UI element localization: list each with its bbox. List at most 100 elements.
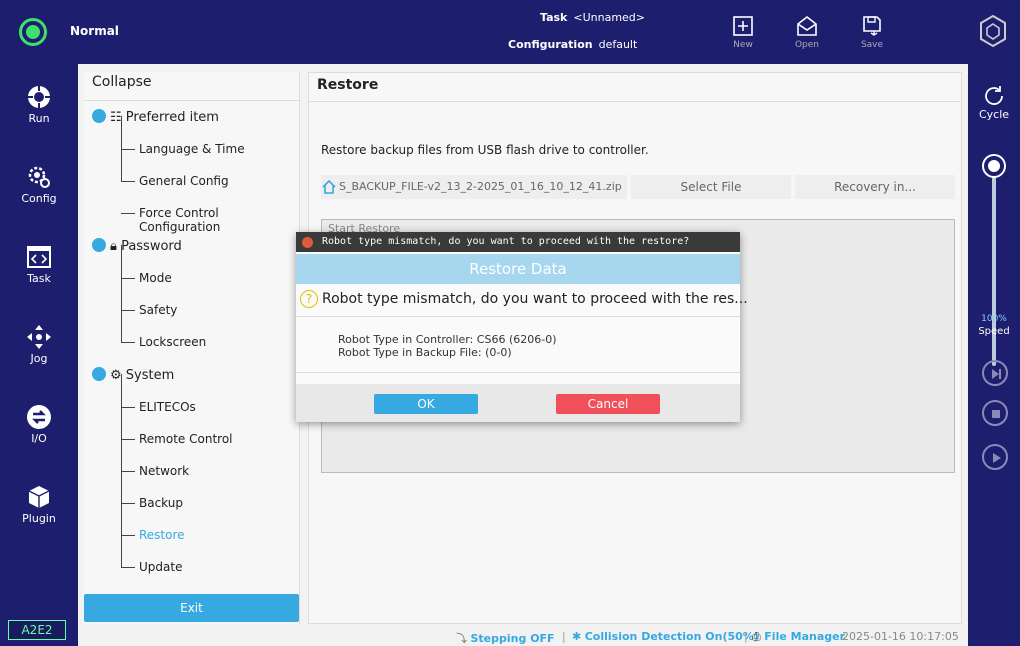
stepping-label: Stepping OFF bbox=[470, 632, 555, 645]
status-datetime: 2025-01-16 10:17:05 bbox=[842, 630, 959, 643]
tree-item-elitecos[interactable]: ELITECOs bbox=[139, 400, 196, 414]
dialog-header: Restore Data bbox=[296, 254, 740, 284]
collision-label: Collision Detection On(50%) bbox=[584, 630, 759, 643]
stepping-icon: ⤵ bbox=[456, 632, 471, 645]
stop-button[interactable] bbox=[982, 400, 1008, 426]
collapse-dot-icon bbox=[92, 238, 106, 252]
settings-tree: Collapse ☷ Preferred item Language & Tim… bbox=[84, 72, 300, 624]
step-button[interactable] bbox=[982, 360, 1008, 386]
nav-jog[interactable]: Jog bbox=[0, 324, 78, 365]
tree-item-network[interactable]: Network bbox=[139, 464, 189, 478]
new-label: New bbox=[733, 40, 753, 50]
confirm-dialog: Robot type mismatch, do you want to proc… bbox=[296, 232, 748, 422]
status-indicator-icon bbox=[19, 18, 47, 46]
close-icon[interactable] bbox=[302, 237, 313, 248]
status-divider: | bbox=[562, 630, 566, 643]
tree-item-restore[interactable]: Restore bbox=[139, 528, 185, 542]
group-system[interactable]: ⚙ System bbox=[92, 367, 174, 383]
list-icon: ☷ bbox=[110, 110, 126, 125]
save-button[interactable]: Save bbox=[850, 14, 894, 58]
collapse-toggle[interactable]: Collapse bbox=[92, 74, 152, 90]
nav-config-label: Config bbox=[21, 192, 57, 205]
play-button[interactable] bbox=[982, 444, 1008, 470]
group-label: Preferred item bbox=[125, 110, 219, 125]
stop-icon bbox=[992, 410, 1000, 418]
nav-config[interactable]: Config bbox=[0, 164, 78, 205]
page-title: Restore bbox=[317, 77, 379, 93]
select-file-button[interactable]: Select File bbox=[631, 175, 791, 199]
tree-item-general-config[interactable]: General Config bbox=[139, 174, 229, 188]
speed-label: Speed bbox=[978, 326, 1010, 337]
tree-item-remote-control[interactable]: Remote Control bbox=[139, 432, 233, 446]
step-forward-icon bbox=[992, 369, 1001, 379]
backup-robot-type: Robot Type in Backup File: (0-0) bbox=[338, 346, 512, 359]
nav-io[interactable]: I/O bbox=[0, 404, 78, 445]
play-icon bbox=[993, 453, 1001, 463]
ok-button[interactable]: OK bbox=[374, 394, 478, 414]
speed-slider-handle[interactable] bbox=[984, 156, 1004, 176]
tree-item-backup[interactable]: Backup bbox=[139, 496, 183, 510]
dialog-window-title: Robot type mismatch, do you want to proc… bbox=[322, 236, 690, 247]
right-navigation: Cycle 100% Speed bbox=[968, 64, 1020, 646]
lock-icon: 🔒︎ bbox=[110, 239, 122, 254]
file-manager-icon: ⎙ bbox=[752, 630, 765, 643]
question-icon: ? bbox=[300, 290, 318, 308]
tree-item-force-control[interactable]: Force Control Configuration bbox=[139, 206, 299, 234]
file-manager-label: File Manager bbox=[764, 630, 846, 643]
io-arrows-icon bbox=[27, 405, 51, 429]
robot-model-badge: A2E2 bbox=[8, 620, 66, 640]
nav-plugin-label: Plugin bbox=[22, 512, 56, 525]
nav-plugin[interactable]: Plugin bbox=[0, 484, 78, 525]
task-value: <Unnamed> bbox=[573, 11, 646, 24]
backup-file-field[interactable]: S_BACKUP_FILE-v2_13_2-2025_01_16_10_12_4… bbox=[321, 175, 627, 199]
nav-io-label: I/O bbox=[31, 432, 47, 445]
run-icon bbox=[28, 86, 50, 108]
collision-icon: ✱ bbox=[572, 630, 585, 643]
cycle-icon bbox=[985, 86, 1003, 105]
backup-file-name: S_BACKUP_FILE-v2_13_2-2025_01_16_10_12_4… bbox=[339, 180, 622, 193]
tree-item-safety[interactable]: Safety bbox=[139, 303, 177, 317]
question-text: Robot type mismatch, do you want to proc… bbox=[322, 291, 748, 307]
collapse-dot-icon bbox=[92, 109, 106, 123]
status-label: Normal bbox=[70, 24, 119, 38]
group-preferred-item[interactable]: ☷ Preferred item bbox=[92, 109, 219, 125]
dialog-titlebar: Robot type mismatch, do you want to proc… bbox=[296, 232, 740, 252]
cycle-label: Cycle bbox=[978, 108, 1010, 121]
left-navigation: Run Config Task Jog I/O Plugin bbox=[0, 64, 78, 646]
tree-item-update[interactable]: Update bbox=[139, 560, 182, 574]
group-label: System bbox=[125, 368, 175, 383]
save-icon bbox=[863, 16, 881, 36]
exit-button[interactable]: Exit bbox=[84, 594, 299, 622]
file-manager-link[interactable]: ⎙ File Manager bbox=[752, 630, 845, 644]
new-button[interactable]: New bbox=[721, 14, 765, 58]
controller-robot-type: Robot Type in Controller: CS66 (6206-0) bbox=[338, 333, 557, 346]
tree-item-mode[interactable]: Mode bbox=[139, 271, 172, 285]
open-button[interactable]: Open bbox=[785, 14, 829, 58]
nav-jog-label: Jog bbox=[30, 352, 48, 365]
collapse-dot-icon bbox=[92, 367, 106, 381]
home-icon bbox=[322, 179, 336, 194]
open-label: Open bbox=[794, 40, 820, 50]
cancel-button[interactable]: Cancel bbox=[556, 394, 660, 414]
save-label: Save bbox=[860, 40, 884, 50]
recovery-button[interactable]: Recovery in... bbox=[795, 175, 955, 199]
task-info: Task <Unnamed> bbox=[540, 11, 645, 24]
tree-item-lockscreen[interactable]: Lockscreen bbox=[139, 335, 206, 349]
gear-icon: ⚙ bbox=[110, 368, 126, 383]
configuration-label: Configuration bbox=[508, 38, 593, 51]
speed-value: 100% bbox=[981, 314, 1007, 324]
dialog-question: ? Robot type mismatch, do you want to pro… bbox=[300, 290, 748, 308]
nav-task-label: Task bbox=[27, 272, 51, 285]
nav-run[interactable]: Run bbox=[0, 84, 78, 125]
configuration-value: default bbox=[598, 38, 638, 51]
config-gears-icon bbox=[28, 166, 50, 188]
cycle-button[interactable]: Cycle bbox=[968, 84, 1020, 121]
tree-item-language-time[interactable]: Language & Time bbox=[139, 142, 245, 156]
task-label: Task bbox=[540, 11, 568, 24]
nav-task[interactable]: Task bbox=[0, 244, 78, 285]
stepping-status[interactable]: ⤵ Stepping OFF bbox=[456, 630, 555, 646]
plugin-cube-icon bbox=[28, 486, 50, 508]
group-password[interactable]: 🔒︎ Password bbox=[92, 238, 182, 254]
nav-run-label: Run bbox=[28, 112, 50, 125]
collision-status[interactable]: ✱ Collision Detection On(50%) bbox=[572, 630, 759, 643]
